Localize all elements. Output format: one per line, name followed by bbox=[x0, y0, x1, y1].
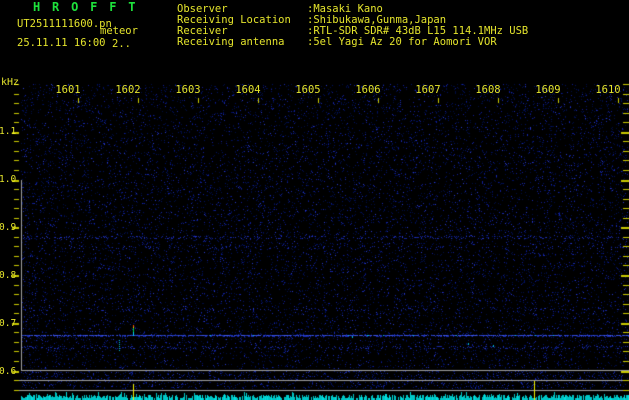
time-label: 1602 bbox=[115, 84, 141, 96]
freq-unit-label: kHz bbox=[1, 77, 20, 88]
freq-label: 0.6 bbox=[0, 366, 17, 377]
time-label: 1607 bbox=[415, 84, 441, 96]
time-label: 1605 bbox=[295, 84, 321, 96]
app-title: H R O F F T bbox=[33, 0, 138, 14]
time-label: 1601 bbox=[55, 84, 81, 96]
time-label: 1608 bbox=[475, 84, 501, 96]
output-filename: UT2511111600.pn bbox=[17, 18, 112, 30]
freq-label: 1.1 bbox=[0, 126, 17, 137]
freq-label: 1.0 bbox=[0, 174, 17, 185]
datetime-label: 25.11.11 16:00 bbox=[17, 37, 106, 49]
info-label-antenna: Receiving antenna bbox=[177, 36, 285, 48]
freq-label: 0.8 bbox=[0, 270, 17, 281]
time-label: 1606 bbox=[355, 84, 381, 96]
freq-label: 0.7 bbox=[0, 318, 17, 329]
info-value-antenna: :5el Yagi Az 20 for Aomori VOR bbox=[307, 36, 497, 48]
time-label: 1604 bbox=[235, 84, 261, 96]
hrofft-window: H R O F F T UT2511111600.pn meteor 25.11… bbox=[0, 0, 629, 400]
freq-label: 0.9 bbox=[0, 222, 17, 233]
time-label: 1609 bbox=[535, 84, 561, 96]
spectrogram-canvas bbox=[0, 0, 629, 400]
echo-count: 2.. bbox=[112, 38, 131, 50]
time-label: 1603 bbox=[175, 84, 201, 96]
station-name: meteor bbox=[100, 25, 138, 37]
time-label: 1610 bbox=[595, 84, 621, 96]
